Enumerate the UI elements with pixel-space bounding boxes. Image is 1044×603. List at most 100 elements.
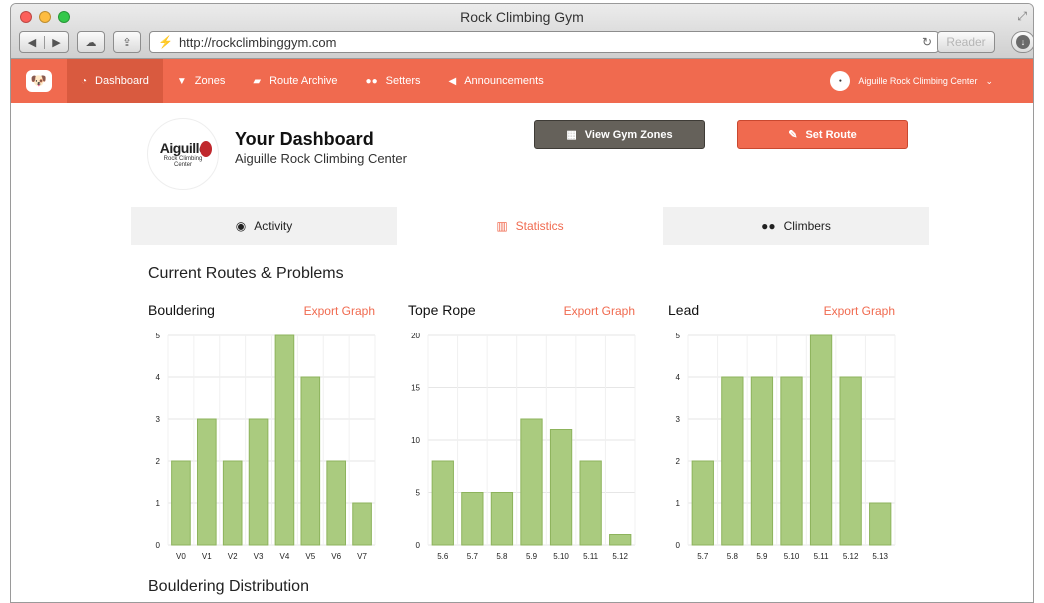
x-tick-label: 5.12 <box>843 552 859 561</box>
set-route-button[interactable]: ✎ Set Route <box>737 120 908 149</box>
x-tick-label: V4 <box>280 552 290 561</box>
x-tick-label: V7 <box>357 552 367 561</box>
y-tick-label: 5 <box>676 333 681 340</box>
address-bar[interactable]: ⚡ http://rockclimbinggym.com ↻ <box>149 31 939 53</box>
chart-header-bouldering: Bouldering Export Graph <box>148 302 375 318</box>
export-graph-link[interactable]: Export Graph <box>304 304 375 318</box>
nav-item-label: Dashboard <box>95 75 149 87</box>
y-tick-label: 2 <box>156 457 161 466</box>
x-tick-label: V2 <box>228 552 238 561</box>
map-icon: ▦ <box>566 129 577 141</box>
globe-icon: ◉ <box>235 219 247 233</box>
bar-chart-icon: ▥ <box>496 219 508 233</box>
tab-climbers[interactable]: ●● Climbers <box>663 207 929 245</box>
nav-item-label: Route Archive <box>269 75 338 87</box>
back-arrow-icon[interactable]: ◀ <box>20 36 44 49</box>
share-icon: ⇪ <box>122 36 132 49</box>
x-tick-label: V0 <box>176 552 186 561</box>
y-tick-label: 2 <box>676 457 681 466</box>
x-tick-label: V5 <box>305 552 315 561</box>
bar <box>609 534 632 546</box>
y-tick-label: 0 <box>156 541 161 550</box>
fullscreen-icon[interactable]: ⤢ <box>1017 9 1027 24</box>
lead-chart: 0 1 2 3 4 5 5.7 5.8 5.9 5.10 5.11 5.12 5.13 <box>676 333 896 561</box>
x-tick-label: V1 <box>202 552 212 561</box>
bar <box>300 376 321 546</box>
page-subtitle: Aiguille Rock Climbing Center <box>235 151 407 166</box>
view-gym-zones-button[interactable]: ▦ View Gym Zones <box>534 120 705 149</box>
chart-header-lead: Lead Export Graph <box>668 302 895 318</box>
y-tick-label: 10 <box>411 436 420 445</box>
chart-header-top-rope: Tope Rope Export Graph <box>408 302 635 318</box>
nav-item-zones[interactable]: ▼ Zones <box>163 59 239 103</box>
reader-button[interactable]: Reader <box>937 31 995 53</box>
bar <box>248 418 269 546</box>
x-tick-label: 5.7 <box>697 552 709 561</box>
x-tick-label: 5.6 <box>437 552 449 561</box>
x-tick-label: 5.10 <box>553 552 569 561</box>
x-tick-label: 5.9 <box>756 552 768 561</box>
tab-activity[interactable]: ◉ Activity <box>131 207 397 245</box>
site-icon: ⚡ <box>158 35 173 49</box>
browser-window: Rock Climbing Gym ⤢ ◀ ▶ ☁ ⇪ ⚡ http://roc… <box>10 3 1034 603</box>
nav-item-setters[interactable]: ●● Setters <box>352 59 435 103</box>
browser-toolbar: ◀ ▶ ☁ ⇪ ⚡ http://rockclimbinggym.com ↻ R… <box>19 31 1033 53</box>
bar <box>520 418 543 546</box>
dog-logo-icon: 🐶 <box>26 70 52 92</box>
y-tick-label: 4 <box>156 373 161 382</box>
forward-arrow-icon[interactable]: ▶ <box>43 35 68 49</box>
tab-label: Climbers <box>783 219 831 233</box>
chevron-down-icon: ⌄ <box>985 75 993 86</box>
user-menu[interactable]: ● Aiguille Rock Climbing Center ⌄ <box>830 71 993 91</box>
x-tick-label: 5.13 <box>872 552 888 561</box>
chart-title: Tope Rope <box>408 302 476 318</box>
pencil-icon: ✎ <box>788 129 798 141</box>
zones-icon: ▼ <box>176 75 187 87</box>
section-title-partial: Bouldering Distribution <box>148 578 309 595</box>
bar <box>222 460 243 546</box>
y-tick-label: 3 <box>156 415 161 424</box>
chart-title: Bouldering <box>148 302 215 318</box>
app-logo[interactable]: 🐶 <box>11 70 67 92</box>
gym-logo: Aiguille Rock Climbing Center <box>147 118 219 190</box>
x-tick-label: 5.7 <box>467 552 479 561</box>
url-text: http://rockclimbinggym.com <box>178 34 337 50</box>
nav-item-route-archive[interactable]: ▰ Route Archive <box>239 59 351 103</box>
nav-item-dashboard[interactable]: ◔ Dashboard <box>67 59 163 103</box>
section-title: Current Routes & Problems <box>148 265 344 282</box>
share-button[interactable]: ⇪ <box>113 31 141 53</box>
nav-item-announcements[interactable]: ◀ Announcements <box>435 59 558 103</box>
page-title: Your Dashboard <box>235 129 374 149</box>
button-label: View Gym Zones <box>584 128 673 141</box>
reload-icon[interactable]: ↻ <box>922 35 932 49</box>
x-tick-label: 5.8 <box>496 552 508 561</box>
dashboard-icon: ◔ <box>81 75 88 87</box>
download-icon: ↓ <box>1016 35 1030 49</box>
tab-statistics[interactable]: ▥ Statistics <box>397 207 663 245</box>
export-graph-link[interactable]: Export Graph <box>564 304 635 318</box>
y-tick-label: 0 <box>676 541 681 550</box>
downloads-button[interactable]: ↓ <box>1011 31 1033 53</box>
x-tick-label: 5.8 <box>727 552 739 561</box>
y-tick-label: 1 <box>676 499 681 508</box>
bar <box>579 460 602 546</box>
browser-chrome: Rock Climbing Gym ⤢ ◀ ▶ ☁ ⇪ ⚡ http://roc… <box>11 4 1033 59</box>
gym-logo-sub: Center <box>173 162 192 168</box>
export-graph-link[interactable]: Export Graph <box>824 304 895 318</box>
icloud-tabs-button[interactable]: ☁ <box>77 31 105 53</box>
bar <box>839 376 862 546</box>
megaphone-icon: ◀ <box>448 75 457 87</box>
bar <box>196 418 217 546</box>
bar <box>780 376 803 546</box>
app-navbar: 🐶 ◔ Dashboard ▼ Zones ▰ Route Archive ●●… <box>11 59 1033 103</box>
bar <box>352 502 372 546</box>
y-tick-label: 15 <box>411 384 420 393</box>
bar <box>431 460 454 546</box>
history-nav: ◀ ▶ <box>19 31 69 53</box>
tab-label: Statistics <box>515 219 564 233</box>
bar <box>171 460 191 546</box>
x-tick-label: V6 <box>331 552 341 561</box>
bar <box>869 502 892 546</box>
tab-label: Activity <box>254 219 293 233</box>
cloud-icon: ☁ <box>85 36 97 49</box>
